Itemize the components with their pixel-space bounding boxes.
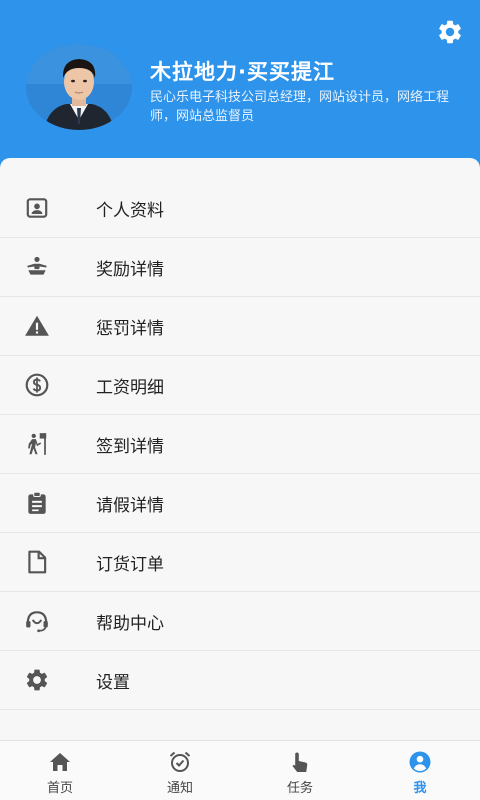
tab-label: 首页 <box>46 781 73 796</box>
tap-icon <box>292 752 308 772</box>
user-description: 民心乐电子科技公司总经理，网站设计员，网络工程师，网站总监督员 <box>150 90 450 124</box>
tab-home[interactable]: 首页 <box>0 741 120 800</box>
menu-item-settings[interactable]: 设置 <box>0 651 480 710</box>
gear-icon <box>439 20 461 44</box>
award-icon <box>24 254 50 280</box>
menu-item-help[interactable]: 帮助中心 <box>0 592 480 651</box>
tab-me[interactable]: 我 <box>360 741 480 800</box>
tab-label: 通知 <box>166 781 193 796</box>
support-icon <box>24 608 50 634</box>
checkin-icon <box>24 431 50 457</box>
profile-menu: 个人资料 奖励详情 惩罚详情 工资明细 签到详情 请假详情 订货订单 帮助中心 … <box>0 158 480 740</box>
menu-item-label: 奖励详情 <box>96 259 164 280</box>
profile-header: 木拉地力·买买提江 民心乐电子科技公司总经理，网站设计员，网络工程师，网站总监督… <box>0 0 480 178</box>
menu-item-orders[interactable]: 订货订单 <box>0 533 480 592</box>
menu-item-label: 惩罚详情 <box>96 318 164 339</box>
header-settings-button[interactable] <box>434 16 466 48</box>
menu-item-label: 订货订单 <box>96 554 164 575</box>
clipboard-icon <box>24 490 50 516</box>
menu-item-label: 工资明细 <box>96 377 164 398</box>
tab-notifications[interactable]: 通知 <box>120 741 240 800</box>
tab-label: 任务 <box>286 781 313 796</box>
menu-item-penalties[interactable]: 惩罚详情 <box>0 297 480 356</box>
user-name: 木拉地力·买买提江 <box>150 60 335 84</box>
tab-label: 我 <box>413 781 427 796</box>
tab-tasks[interactable]: 任务 <box>240 741 360 800</box>
menu-item-label: 签到详情 <box>96 436 164 457</box>
bottom-tab-bar: 首页 通知 任务 我 <box>0 740 480 800</box>
document-icon <box>24 549 50 575</box>
home-icon <box>50 753 70 771</box>
menu-item-checkin[interactable]: 签到详情 <box>0 415 480 474</box>
menu-item-salary[interactable]: 工资明细 <box>0 356 480 415</box>
dollar-icon <box>24 372 50 398</box>
menu-item-profile[interactable]: 个人资料 <box>0 179 480 238</box>
user-icon <box>409 751 431 773</box>
menu-item-label: 个人资料 <box>96 200 164 221</box>
menu-item-rewards[interactable]: 奖励详情 <box>0 238 480 297</box>
warning-icon <box>24 313 50 339</box>
menu-item-label: 设置 <box>96 672 130 693</box>
menu-item-label: 帮助中心 <box>96 613 164 634</box>
avatar[interactable] <box>26 44 132 130</box>
menu-item-leave[interactable]: 请假详情 <box>0 474 480 533</box>
alarm-icon <box>169 751 191 772</box>
gear-icon <box>24 667 50 693</box>
id-card-icon <box>24 195 50 221</box>
avatar-photo <box>26 44 132 130</box>
menu-item-label: 请假详情 <box>96 495 164 516</box>
